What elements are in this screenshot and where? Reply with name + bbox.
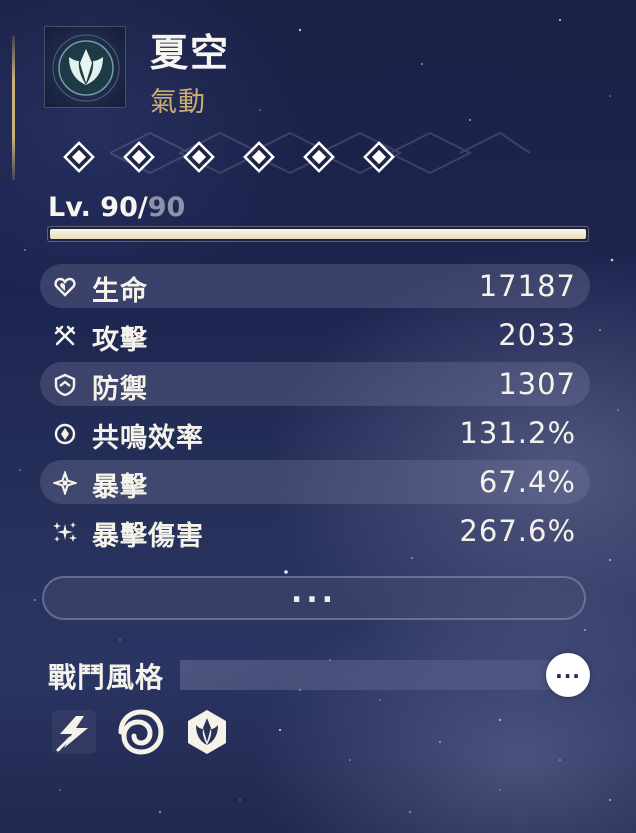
more-details-label: ...	[290, 575, 338, 610]
chain-node-4-diamond-icon[interactable]	[242, 140, 276, 174]
panel-accent-bar	[12, 36, 15, 180]
defense-shield-icon	[54, 373, 76, 397]
character-name: 夏空	[150, 31, 231, 75]
level-prefix: Lv.	[48, 192, 91, 223]
combat-style-more-button[interactable]: ...	[546, 653, 590, 697]
character-element: 氣動	[150, 87, 206, 118]
xp-progress-fill	[50, 229, 586, 239]
level-display: Lv. 90/90	[48, 192, 185, 223]
stat-row-energy-regen[interactable]: 共鳴效率 131.2%	[40, 411, 590, 455]
stat-value: 267.6%	[459, 514, 576, 548]
stat-row-hp[interactable]: 生命 17187	[40, 264, 590, 308]
stat-value: 2033	[498, 318, 576, 352]
stat-label: 攻擊	[92, 325, 148, 356]
lightning-slash-icon[interactable]	[50, 708, 98, 756]
stat-value: 17187	[478, 269, 576, 303]
stat-label: 暴擊傷害	[92, 521, 204, 552]
element-emblem	[44, 26, 126, 108]
stat-row-crit-damage[interactable]: 暴擊傷害 267.6%	[40, 509, 590, 553]
combat-style-header-bar	[180, 660, 570, 690]
stat-label: 暴擊	[92, 472, 148, 503]
level-max: 90	[147, 192, 186, 223]
stat-row-attack[interactable]: 攻擊 2033	[40, 313, 590, 357]
chain-node-2-diamond-icon[interactable]	[122, 140, 156, 174]
stat-label: 防禦	[92, 374, 148, 405]
combat-style-more-label: ...	[555, 659, 581, 683]
chain-node-3-diamond-icon[interactable]	[182, 140, 216, 174]
crit-damage-icon	[53, 522, 77, 542]
stat-value: 67.4%	[478, 465, 576, 499]
stat-label: 生命	[92, 276, 148, 307]
energy-regen-icon	[54, 423, 76, 445]
stat-value: 1307	[498, 367, 576, 401]
chain-node-6-diamond-icon[interactable]	[362, 140, 396, 174]
aero-crest-icon	[52, 34, 120, 102]
stat-row-defense[interactable]: 防禦 1307	[40, 362, 590, 406]
stat-label: 共鳴效率	[92, 423, 204, 454]
xp-progress-bar	[47, 226, 589, 242]
stat-row-crit-rate[interactable]: 暴擊 67.4%	[40, 460, 590, 504]
crit-rate-icon	[53, 471, 77, 495]
chain-node-5-diamond-icon[interactable]	[302, 140, 336, 174]
resonance-chain	[62, 140, 402, 180]
character-panel: 夏空 氣動 Lv. 90/90 生命 17187 攻擊 2033 防禦 1307…	[0, 0, 636, 833]
stat-value: 131.2%	[459, 416, 576, 450]
combat-style-title: 戰鬥風格	[48, 661, 165, 694]
attack-swords-icon	[54, 325, 76, 346]
level-current: 90	[100, 192, 138, 223]
aero-crest-badge-icon[interactable]	[183, 708, 231, 756]
level-separator: /	[137, 192, 148, 223]
more-details-button[interactable]: ...	[42, 576, 586, 620]
hp-heart-icon	[54, 277, 76, 297]
chain-node-1-diamond-icon[interactable]	[62, 140, 96, 174]
spiral-vortex-icon[interactable]	[117, 708, 165, 756]
